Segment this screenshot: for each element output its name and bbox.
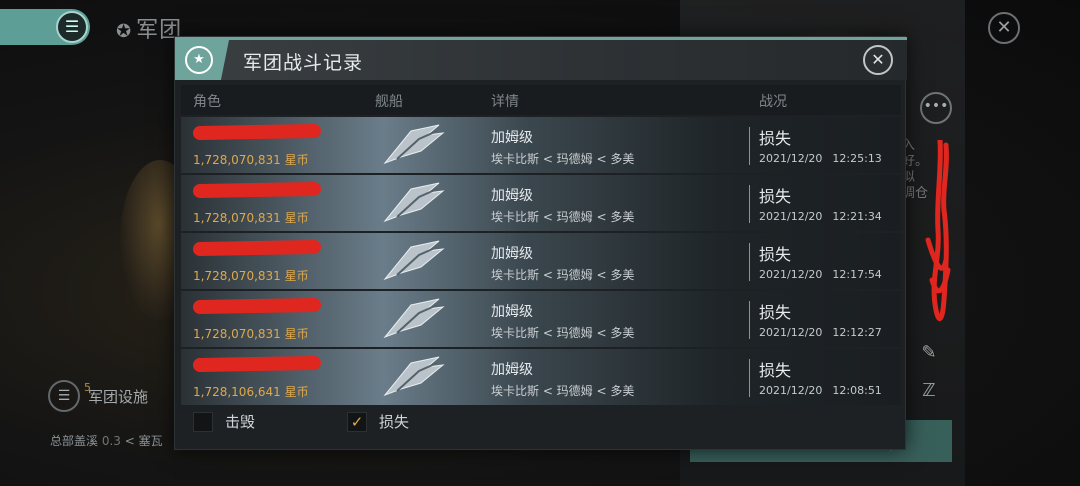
ship-icon [383, 298, 445, 339]
table-row[interactable]: 1,728,106,641 星币 加姆级 埃卡比斯 < 玛德姆 < 多美 损失 … [181, 349, 901, 405]
red-scribble-annotation [925, 140, 951, 321]
ship-icon [383, 240, 445, 281]
redacted-name [192, 239, 322, 257]
battle-status: 损失 [759, 245, 792, 264]
loss-value: 1,728,070,831 星币 [193, 269, 309, 283]
redacted-name [192, 297, 322, 315]
battle-record-dialog: ★ 军团战斗记录 ✕ 角色 舰船 详情 战况 1,728,070,831 星币 … [174, 36, 907, 450]
battle-timestamp: 2021/12/20 12:17:54 [759, 268, 882, 281]
loss-value: 1,728,106,641 星币 [193, 385, 309, 399]
filter-destroyed[interactable]: 击毁 [193, 411, 255, 432]
table-row[interactable]: 1,728,070,831 星币 加姆级 埃卡比斯 < 玛德姆 < 多美 损失 … [181, 117, 901, 173]
list-icon: ☰ 5 [48, 380, 91, 412]
route-detail: 埃卡比斯 < 玛德姆 < 多美 [491, 152, 635, 166]
table-row[interactable]: 1,728,070,831 星币 加姆级 埃卡比斯 < 玛德姆 < 多美 损失 … [181, 233, 901, 289]
main-menu-button[interactable]: ☰ [0, 9, 90, 45]
battle-timestamp: 2021/12/20 12:12:27 [759, 326, 882, 339]
lost-label: 损失 [379, 413, 410, 431]
ship-icon [383, 124, 445, 165]
page-close-button[interactable]: ✕ [988, 12, 1020, 44]
route-detail: 埃卡比斯 < 玛德姆 < 多美 [491, 326, 635, 340]
battle-timestamp: 2021/12/20 12:25:13 [759, 152, 882, 165]
battle-status: 损失 [759, 129, 792, 148]
column-header-detail: 详情 [491, 94, 519, 110]
route-detail: 埃卡比斯 < 玛德姆 < 多美 [491, 210, 635, 224]
legion-emblem-icon: ★ [185, 46, 213, 74]
loss-value: 1,728,070,831 星币 [193, 153, 309, 167]
ship-class: 加姆级 [491, 246, 533, 262]
facility-count-badge: 5 [84, 381, 91, 394]
redacted-name [192, 181, 322, 199]
redacted-name [192, 123, 322, 141]
more-options-icon[interactable]: ••• [920, 92, 952, 124]
zoom-icon[interactable]: ℤ [918, 380, 940, 401]
destroyed-checkbox[interactable] [193, 411, 213, 432]
ship-class: 加姆级 [491, 362, 533, 378]
divider [749, 359, 750, 397]
menu-icon: ☰ [56, 11, 88, 43]
table-header: 角色 舰船 详情 战况 [181, 85, 901, 115]
route-detail: 埃卡比斯 < 玛德姆 < 多美 [491, 268, 635, 282]
page-title: ✪ 军团 [116, 18, 183, 43]
battle-status: 损失 [759, 361, 792, 380]
record-list[interactable]: 1,728,070,831 星币 加姆级 埃卡比斯 < 玛德姆 < 多美 损失 … [181, 117, 901, 407]
loss-value: 1,728,070,831 星币 [193, 327, 309, 341]
facility-label: 军团设施 [88, 387, 149, 406]
battle-status: 损失 [759, 303, 792, 322]
column-header-ship: 舰船 [375, 94, 403, 110]
loss-value: 1,728,070,831 星币 [193, 211, 309, 225]
ship-class: 加姆级 [491, 188, 533, 204]
dialog-emblem: ★ [175, 40, 229, 80]
ship-class: 加姆级 [491, 304, 533, 320]
redacted-name [192, 355, 322, 373]
destroyed-label: 击毁 [225, 413, 256, 431]
battle-timestamp: 2021/12/20 12:08:51 [759, 384, 882, 397]
divider [749, 127, 750, 165]
dialog-title: 军团战斗记录 [243, 52, 364, 74]
divider [749, 243, 750, 281]
ship-class: 加姆级 [491, 130, 533, 146]
divider [749, 185, 750, 223]
hq-location: 总部盖溪 0.3 < 塞瓦 [50, 434, 163, 448]
ship-icon [383, 356, 445, 397]
legion-star-icon: ✪ [116, 21, 133, 42]
filter-bar: 击毁 ✓ 损失 [193, 411, 501, 432]
dialog-header: ★ 军团战斗记录 [175, 40, 907, 80]
battle-timestamp: 2021/12/20 12:21:34 [759, 210, 882, 223]
ship-icon [383, 182, 445, 223]
dialog-close-button[interactable]: ✕ [863, 45, 893, 75]
column-header-status: 战况 [759, 94, 787, 110]
table-row[interactable]: 1,728,070,831 星币 加姆级 埃卡比斯 < 玛德姆 < 多美 损失 … [181, 175, 901, 231]
column-header-role: 角色 [193, 94, 221, 110]
legion-facility-button[interactable]: ☰ 5 军团设施 [48, 380, 148, 412]
route-detail: 埃卡比斯 < 玛德姆 < 多美 [491, 384, 635, 398]
filter-lost[interactable]: ✓ 损失 [347, 411, 409, 432]
battle-status: 损失 [759, 187, 792, 206]
lost-checkbox[interactable]: ✓ [347, 411, 368, 432]
edit-icon[interactable]: ✎ [918, 342, 940, 363]
divider [749, 301, 750, 339]
table-row[interactable]: 1,728,070,831 星币 加姆级 埃卡比斯 < 玛德姆 < 多美 损失 … [181, 291, 901, 347]
